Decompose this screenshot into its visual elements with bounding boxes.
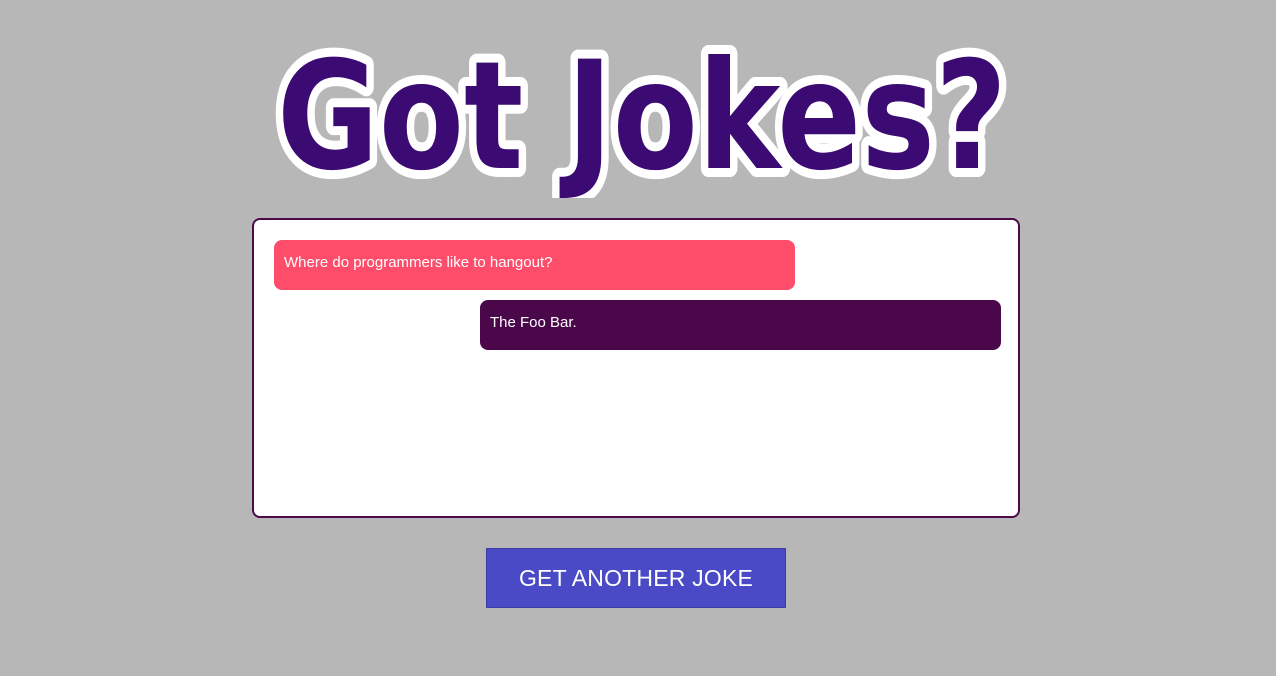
joke-chat-box: Where do programmers like to hangout? Th…	[252, 218, 1020, 518]
logo-text: Got Jokes?	[277, 30, 1007, 198]
joke-question-bubble: Where do programmers like to hangout?	[274, 240, 795, 290]
joke-answer-bubble: The Foo Bar.	[480, 300, 1001, 350]
page: Got Jokes? Got Jokes? Where do programme…	[0, 0, 1276, 676]
get-another-joke-button[interactable]: GET ANOTHER JOKE	[486, 548, 786, 608]
got-jokes-logo: Got Jokes? Got Jokes?	[262, 18, 1022, 198]
